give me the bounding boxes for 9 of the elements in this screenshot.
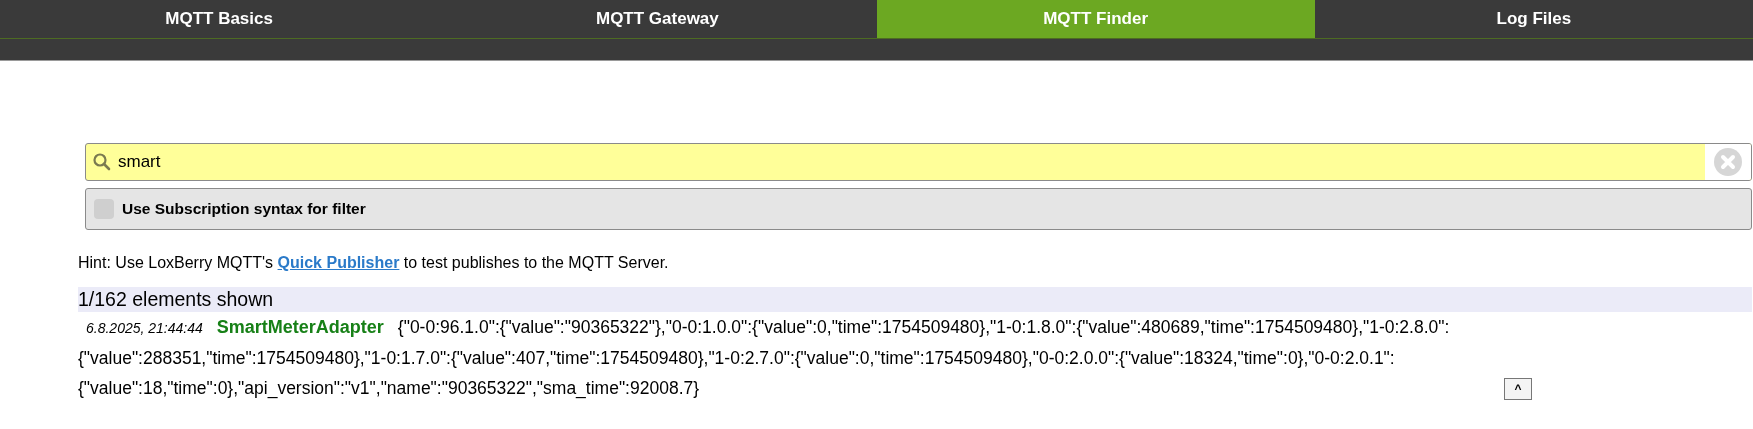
search-icon <box>92 152 112 172</box>
collapse-button[interactable]: ^ <box>1504 378 1532 400</box>
checkbox-label: Use Subscription syntax for filter <box>122 199 366 220</box>
clear-icon[interactable] <box>1714 148 1742 176</box>
hint-text: Hint: Use LoxBerry MQTT's Quick Publisher to test publishes to the MQTT Server. <box>78 253 670 273</box>
log-entry: 6.8.2025, 21:44:44 SmartMeterAdapter {"0-0:96.1.0":{"value":"90365322"},"0-0:1.0.0":{"value":0,"time":1754509480},"1-0:1.8.0":{"value":480689,"time":1754509480},"1-0:2.8.0":{"value":288351,"time":1754509480},"1-0:1.7.0":{"value":407,"time":1754509480},"1-0:2.7.0":{"value":0,"time":1754509480},"0-0:2.0.0":{"value":18324,"time":0},"0-0:2.0.1":{"value":18,"time":0},"api_version":"v1","name":"90365322","sma_time":92008.7} <box>78 316 1451 401</box>
subscription-syntax-checkbox[interactable]: Use Subscription syntax for filter <box>85 188 1752 230</box>
count-bar: 1/162 elements shown <box>78 287 1752 312</box>
quick-publisher-link[interactable]: Quick Publisher <box>277 254 400 271</box>
